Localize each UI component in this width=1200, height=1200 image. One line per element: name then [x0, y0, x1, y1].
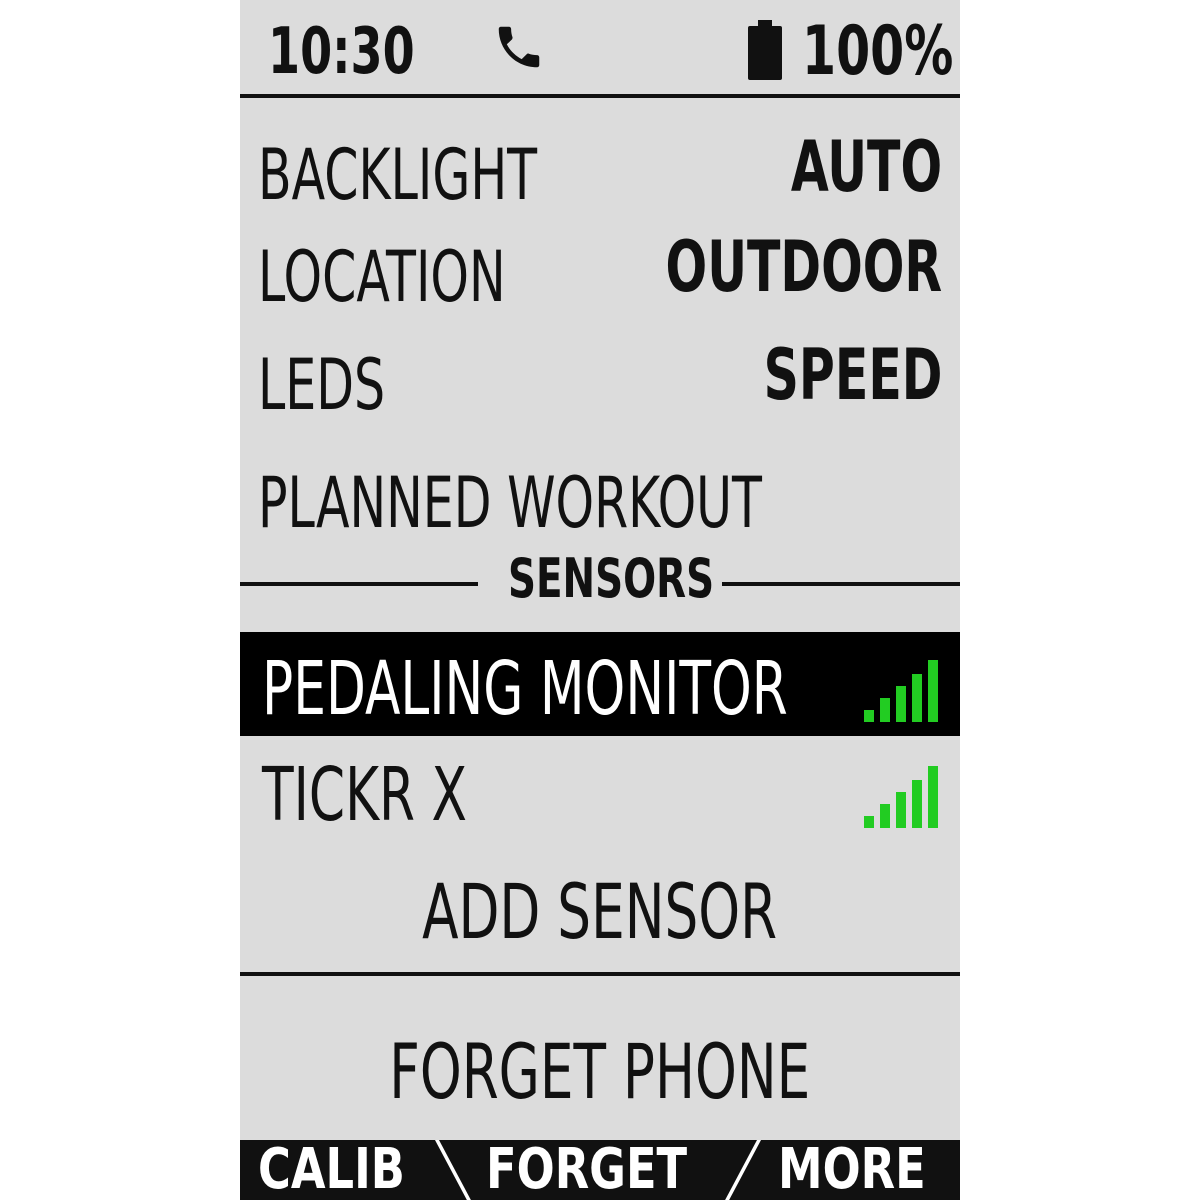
sensor-name: TICKR X [262, 752, 468, 838]
sensor-row-pedaling-monitor[interactable]: PEDALING MONITOR [240, 632, 960, 736]
add-sensor-label: ADD SENSOR [422, 867, 778, 956]
sensors-divider-right [722, 582, 960, 586]
battery-full-icon [748, 20, 782, 80]
setting-value-box-location[interactable]: OUTDOOR [582, 232, 942, 312]
sensor-row-tickr-x[interactable]: TICKR X [240, 738, 960, 842]
forget-phone-button[interactable]: FORGET PHONE [240, 1034, 960, 1110]
softkey-bar: CALIB FORGET MORE [240, 1140, 960, 1200]
setting-value-box-leds[interactable]: SPEED [582, 340, 942, 420]
phone-icon [498, 26, 540, 68]
softkey-separator-left [434, 1140, 474, 1200]
softkey-more[interactable]: MORE [778, 1140, 926, 1200]
softkey-calib[interactable]: CALIB [258, 1140, 405, 1200]
setting-value-box-backlight[interactable]: AUTO [582, 132, 942, 212]
status-bar-divider [240, 94, 960, 98]
forget-phone-label: FORGET PHONE [389, 1027, 811, 1116]
signal-strength-icon [864, 766, 938, 828]
setting-label-backlight[interactable]: BACKLIGHT [258, 140, 537, 210]
clock-time: 10:30 [268, 15, 415, 89]
sensors-bottom-divider [240, 972, 960, 976]
battery-percent: 100% [802, 12, 954, 91]
setting-label-leds[interactable]: LEDS [258, 350, 385, 420]
setting-value-location: OUTDOOR [665, 226, 942, 308]
setting-label-location[interactable]: LOCATION [258, 242, 506, 312]
softkey-separator-right [722, 1140, 762, 1200]
setting-label-planned-workout[interactable]: PLANNED WORKOUT [258, 468, 762, 538]
sensor-name: PEDALING MONITOR [262, 646, 788, 732]
device-screen: 10:30 100% BACKLIGHT AUTO LOCATION OUTDO… [240, 0, 960, 1200]
softkey-forget[interactable]: FORGET [486, 1140, 687, 1200]
setting-value-backlight: AUTO [790, 126, 942, 208]
sensors-divider-left [240, 582, 478, 586]
setting-value-leds: SPEED [763, 334, 942, 416]
add-sensor-button[interactable]: ADD SENSOR [240, 874, 960, 950]
signal-strength-icon [864, 660, 938, 722]
sensors-section-title: SENSORS [508, 547, 715, 610]
